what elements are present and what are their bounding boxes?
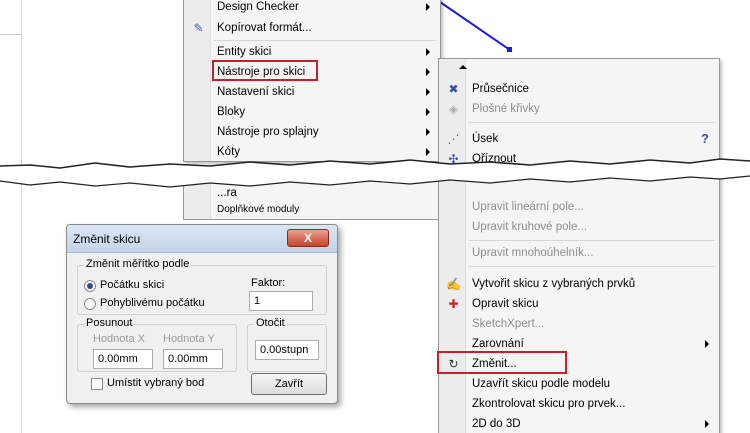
dialog-title: Změnit skicu [73, 232, 141, 246]
menu-item-edit-circular-pattern: Upravit kruhové pole... [472, 221, 588, 233]
radio-movable-origin-label: Pohyblivému počátku [100, 297, 205, 309]
segment-icon: ⋰ [447, 132, 460, 146]
highlight-modify [437, 351, 567, 374]
menu-item-face-curves: ◈ Plošné křivky [439, 99, 719, 119]
factor-input[interactable]: 1 [249, 291, 313, 311]
menu-item-addins[interactable]: Doplňkové moduly [184, 200, 440, 220]
face-curves-icon: ◈ [448, 102, 459, 116]
highlight-sketch-tools [212, 60, 318, 81]
dialog-titlebar[interactable]: Změnit skicu X [67, 225, 337, 253]
y-value-input[interactable]: 0.00mm [163, 349, 223, 369]
move-group-title: Posunout [84, 317, 135, 329]
y-value-label: Hodnota Y [163, 333, 215, 345]
factor-label: Faktor: [251, 277, 286, 289]
menu-item-repair-sketch[interactable]: ✚ Opravit skicu [439, 294, 719, 314]
rotate-input[interactable]: 0.00stupn [255, 340, 319, 360]
rotate-group-title: Otočit [254, 317, 287, 329]
place-point-label: Umístit vybraný bod [107, 377, 205, 389]
close-icon[interactable]: X [287, 229, 329, 247]
menu-item-segment[interactable]: ⋰ Úsek ? [439, 129, 719, 149]
menu-item-2d-to-3d[interactable]: 2D do 3D [439, 414, 719, 433]
menu-item-sketch-entities[interactable]: Entity skici [184, 42, 440, 62]
scroll-up-arrow[interactable] [459, 65, 467, 69]
context-menu-main: Design Checker ✎ Kopírovat formát... Ent… [183, 0, 441, 162]
menu-item-intersection[interactable]: ✖ Průsečnice [439, 79, 719, 99]
scale-group-title: Změnit měřítko podle [84, 258, 192, 270]
menu-item-sketchxpert: SketchXpert... [472, 318, 545, 330]
submenu-sketch-tools: ✖ Průsečnice ◈ Plošné křivky ⋰ Úsek ? ✣ … [438, 58, 720, 433]
modify-sketch-dialog: Změnit skicu X Změnit měřítko podle Počá… [66, 224, 338, 404]
repair-sketch-icon: ✚ [448, 297, 459, 311]
place-point-checkbox[interactable] [91, 378, 103, 390]
menu-item-check-sketch[interactable]: Zkontrolovat skicu pro prvek... [439, 394, 719, 414]
menu-item-format-painter[interactable]: ✎ Kopírovat formát... [184, 18, 440, 38]
format-painter-icon: ✎ [193, 21, 204, 35]
menu-item-design-checker[interactable]: Design Checker [184, 0, 440, 17]
help-icon[interactable]: ? [701, 129, 709, 149]
torn-edge [0, 158, 750, 188]
menu-item-sketch-from-selection[interactable]: ✍ Vytvořit skicu z vybraných prvků [439, 274, 719, 294]
menu-item-edit-linear-pattern: Upravit lineární pole... [472, 201, 584, 213]
graphics-area-left-rail [0, 0, 22, 433]
intersection-icon: ✖ [448, 82, 459, 96]
x-value-label: Hodnota X [93, 333, 145, 345]
menu-item-spline-tools[interactable]: Nástroje pro splajny [184, 122, 440, 142]
menu-item-close-sketch-to-model[interactable]: Uzavřít skicu podle modelu [439, 374, 719, 394]
x-value-input[interactable]: 0.00mm [93, 349, 153, 369]
menu-item-sketch-settings[interactable]: Nastavení skici [184, 82, 440, 102]
menu-item-edit-polygon: Upravit mnohoúhelník... [472, 247, 594, 259]
radio-sketch-origin[interactable] [84, 280, 96, 292]
sketch-from-selection-icon: ✍ [446, 277, 461, 291]
radio-sketch-origin-label: Počátku skici [100, 279, 165, 291]
menu-item-blocks[interactable]: Bloky [184, 102, 440, 122]
close-button[interactable]: Zavřít [251, 373, 327, 395]
radio-movable-origin[interactable] [84, 298, 96, 310]
